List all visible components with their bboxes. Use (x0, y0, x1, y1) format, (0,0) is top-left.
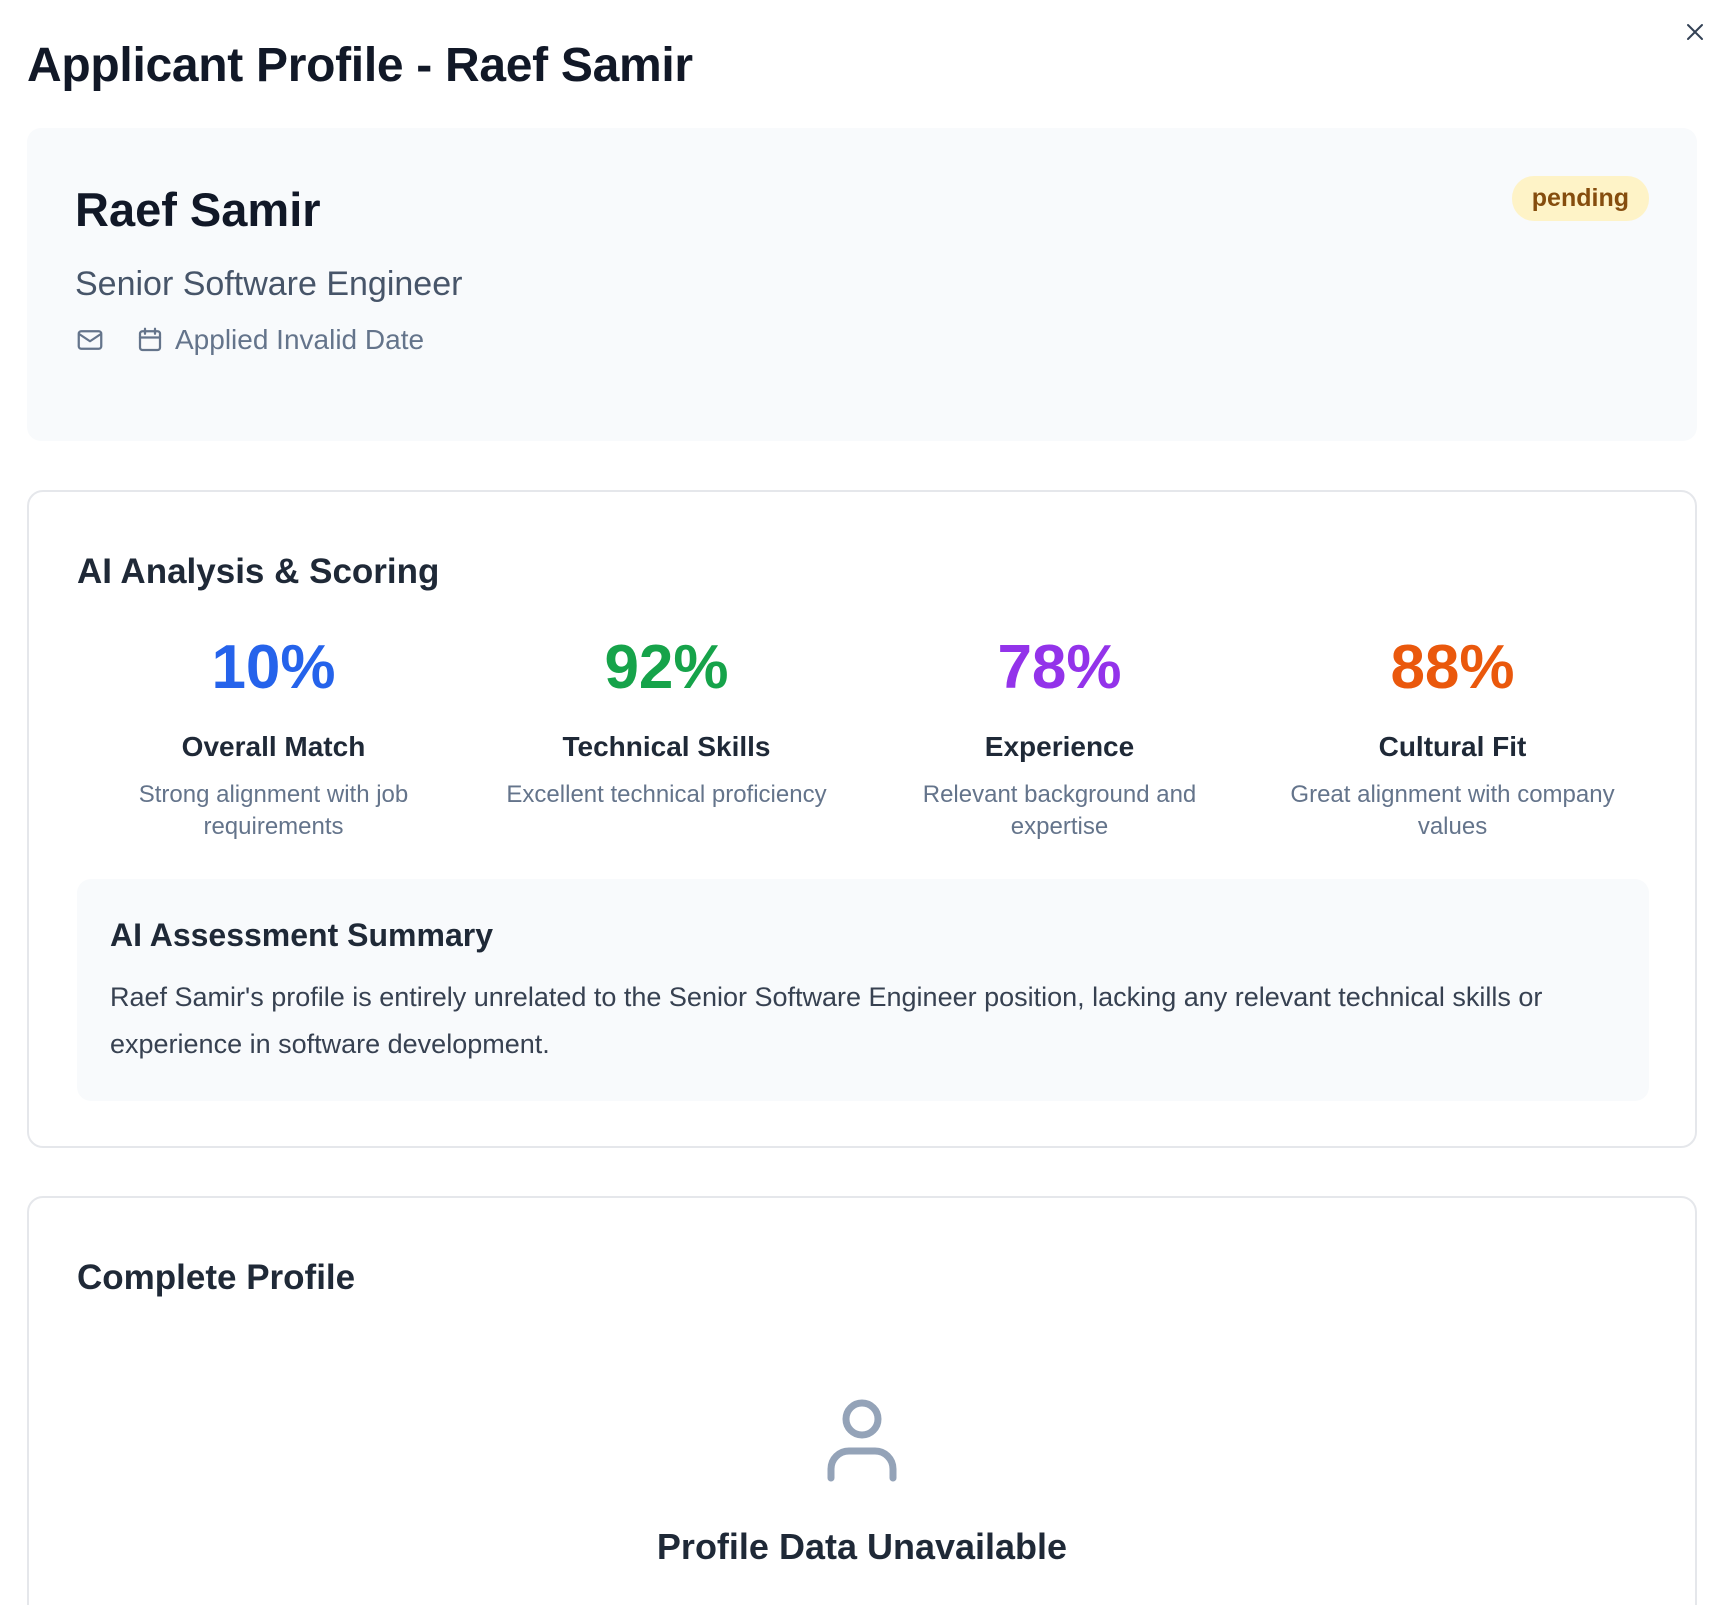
summary-text: Raef Samir's profile is entirely unrelat… (110, 982, 1543, 1060)
score-technical-skills: 92% Technical Skills Excellent technical… (470, 637, 863, 844)
ai-analysis-title: AI Analysis & Scoring (77, 552, 440, 591)
ai-analysis-panel: AI Analysis & Scoring 10% Overall Match … (27, 490, 1697, 1148)
score-label: Technical Skills (562, 731, 771, 762)
score-cultural-fit: 88% Cultural Fit Great alignment with co… (1256, 637, 1649, 844)
close-icon (1683, 20, 1707, 44)
complete-profile-panel: Complete Profile Profile Data Unavailabl… (27, 1196, 1697, 1605)
score-description: Great alignment with company values (1290, 781, 1615, 841)
user-icon (825, 1398, 899, 1484)
score-description: Excellent technical proficiency (506, 781, 827, 808)
applicant-name: Raef Samir (75, 183, 321, 236)
close-button[interactable] (1677, 14, 1713, 50)
applicant-meta: Applied Invalid Date (75, 324, 424, 356)
ai-assessment-summary: AI Assessment Summary Raef Samir's profi… (77, 879, 1649, 1101)
profile-empty-state: Profile Data Unavailable (29, 1398, 1695, 1568)
applicant-header-card: Raef Samir Senior Software Engineer Appl… (27, 128, 1697, 441)
score-value: 78% (997, 633, 1122, 702)
score-label: Experience (984, 731, 1135, 762)
calendar-icon (135, 325, 165, 355)
page-title: Applicant Profile - Raef Samir (27, 39, 693, 92)
score-grid: 10% Overall Match Strong alignment with … (77, 637, 1649, 844)
score-value: 10% (211, 633, 336, 702)
score-description: Relevant background and expertise (922, 781, 1197, 841)
profile-unavailable-title: Profile Data Unavailable (656, 1526, 1068, 1567)
applied-date: Applied Invalid Date (135, 324, 424, 356)
mail-icon[interactable] (75, 325, 105, 355)
score-overall-match: 10% Overall Match Strong alignment with … (77, 637, 470, 844)
score-value: 92% (604, 633, 729, 702)
score-label: Overall Match (181, 731, 366, 762)
score-description: Strong alignment with job requirements (138, 781, 409, 841)
score-experience: 78% Experience Relevant background and e… (863, 637, 1256, 844)
summary-title: AI Assessment Summary (110, 917, 493, 953)
score-label: Cultural Fit (1378, 731, 1527, 762)
status-badge: pending (1511, 176, 1649, 221)
score-value: 88% (1390, 633, 1515, 702)
complete-profile-title: Complete Profile (77, 1258, 356, 1297)
applied-date-label: Applied Invalid Date (175, 324, 425, 355)
applicant-role: Senior Software Engineer (75, 265, 463, 303)
